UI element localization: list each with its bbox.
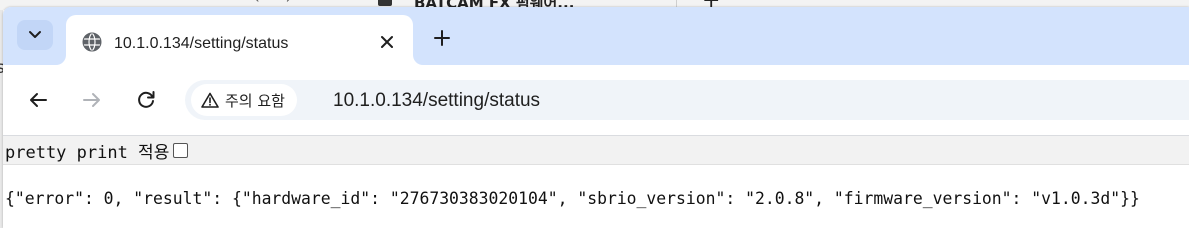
new-tab-button[interactable] — [427, 23, 457, 53]
pretty-print-label: pretty print 적용 — [5, 142, 170, 163]
plus-icon — [434, 30, 450, 46]
screen: ‹› BATCAM FX 펌웨어... + s 10.1.0.134/setti… — [0, 0, 1189, 228]
tab-strip: 10.1.0.134/setting/status — [3, 7, 1189, 65]
reload-icon — [138, 91, 155, 108]
pretty-print-checkbox[interactable] — [173, 142, 189, 158]
back-button[interactable] — [23, 85, 53, 115]
globe-icon — [82, 32, 102, 52]
security-chip[interactable]: 주의 요함 — [191, 84, 297, 116]
tab-title: 10.1.0.134/setting/status — [114, 35, 289, 52]
address-bar[interactable]: 주의 요함 10.1.0.134/setting/status — [185, 80, 1189, 120]
chevron-down-icon — [29, 31, 41, 38]
url-text[interactable]: 10.1.0.134/setting/status — [333, 90, 540, 112]
pretty-print-bar: pretty print 적용 — [3, 136, 1189, 165]
forward-button[interactable] — [77, 85, 107, 115]
json-response: {"error": 0, "result": {"hardware_id": "… — [5, 189, 1140, 208]
background-tab-icon — [378, 0, 392, 6]
close-icon — [381, 36, 393, 48]
arrow-left-icon — [30, 93, 47, 107]
background-nav-arrows: ‹› — [254, 0, 317, 7]
tab-search-button[interactable] — [17, 20, 53, 50]
reload-button[interactable] — [131, 85, 161, 115]
arrow-right-icon — [83, 93, 100, 107]
tab-close-button[interactable] — [376, 31, 398, 53]
toolbar: 주의 요함 10.1.0.134/setting/status — [3, 65, 1189, 135]
warning-icon — [201, 92, 219, 108]
page-content: pretty print 적용 {"error": 0, "result": {… — [3, 136, 1189, 228]
security-label: 주의 요함 — [225, 91, 285, 110]
active-tab[interactable]: 10.1.0.134/setting/status — [66, 15, 413, 65]
browser-window: 10.1.0.134/setting/status 주의 요함 10.1.0.1… — [3, 7, 1189, 228]
